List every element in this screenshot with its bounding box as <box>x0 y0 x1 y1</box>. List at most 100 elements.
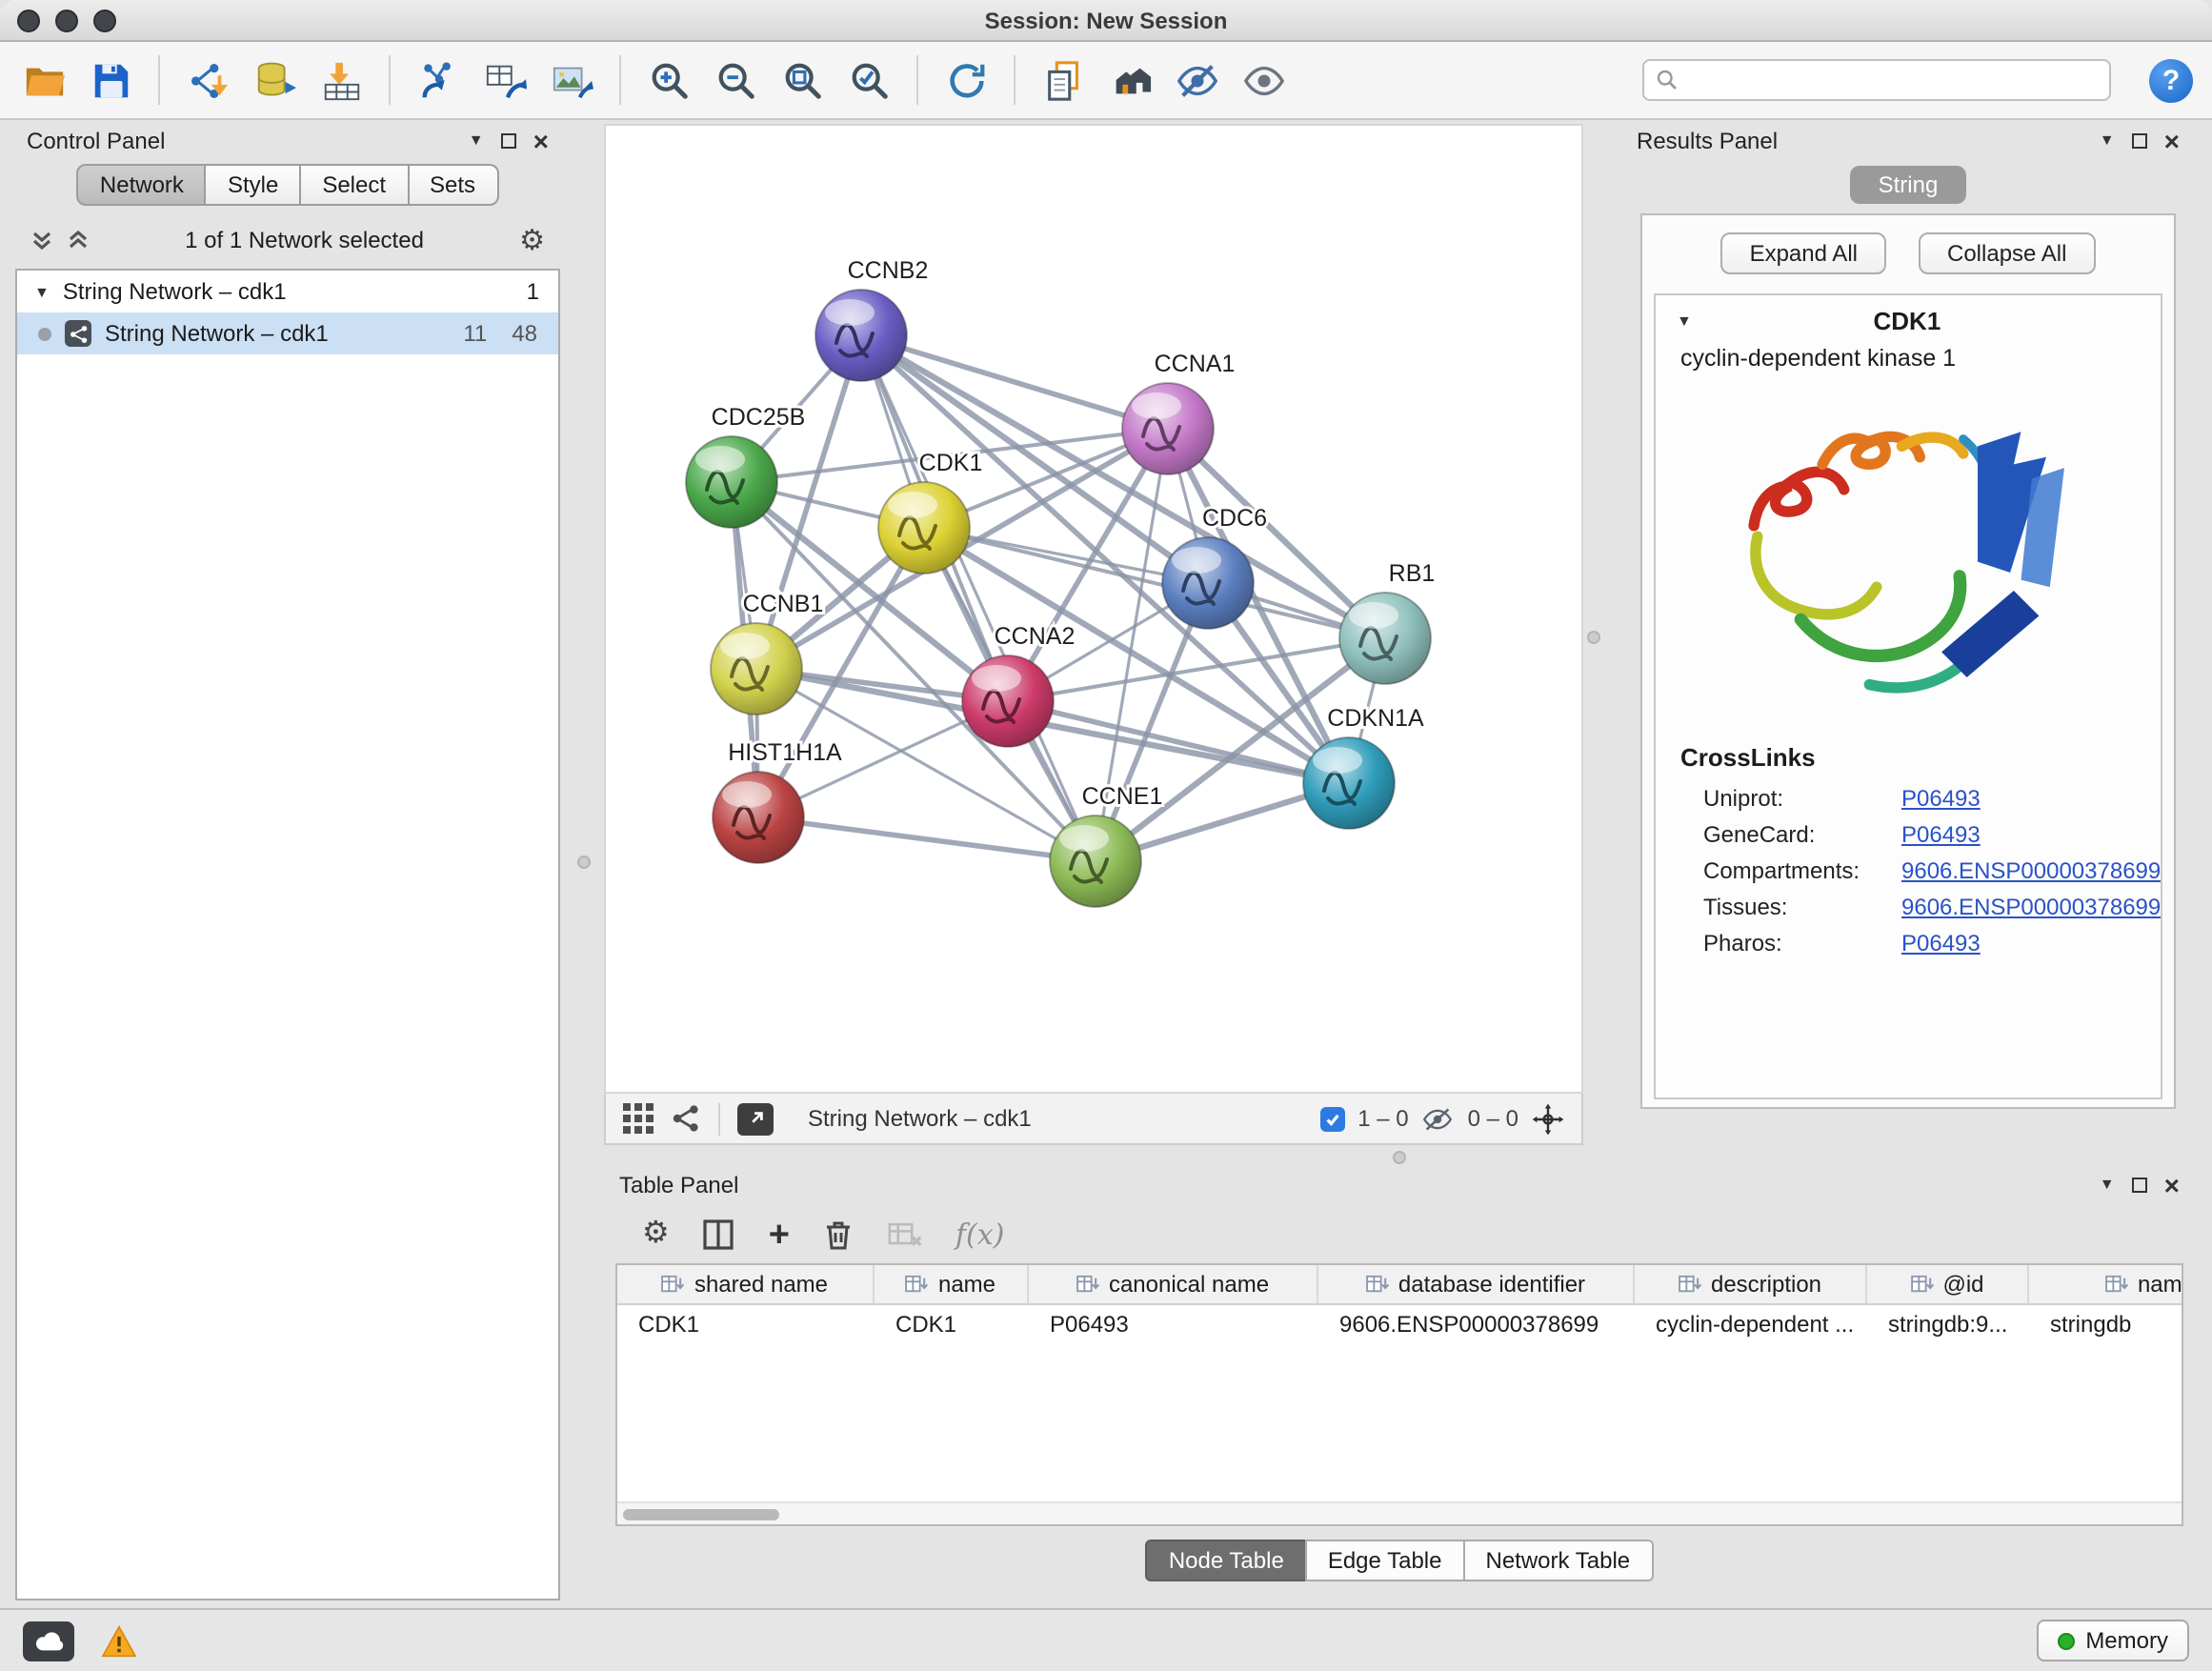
tab-node-table[interactable]: Node Table <box>1146 1540 1307 1581</box>
memory-button[interactable]: Memory <box>2036 1620 2189 1661</box>
column-header-database-identifier[interactable]: database identifier <box>1318 1265 1635 1303</box>
new-network-from-table-button[interactable] <box>480 53 530 107</box>
delete-table-icon[interactable] <box>889 1218 923 1252</box>
tab-style[interactable]: Style <box>207 164 301 206</box>
collection-collapse-icon[interactable]: ▼ <box>34 283 50 300</box>
hide-selected-button[interactable] <box>1172 53 1221 107</box>
zoom-selected-button[interactable] <box>844 53 894 107</box>
panel-menu-icon[interactable]: ▼ <box>2100 1178 2115 1193</box>
panel-menu-icon[interactable]: ▼ <box>469 133 484 149</box>
collapse-all-button[interactable]: Collapse All <box>1919 232 2095 274</box>
save-session-button[interactable] <box>86 53 135 107</box>
expand-all-networks-icon[interactable] <box>67 229 90 252</box>
cloud-button[interactable] <box>23 1621 74 1661</box>
show-columns-icon[interactable] <box>702 1218 736 1252</box>
gear-icon[interactable]: ⚙ <box>519 226 545 254</box>
network-share-icon[interactable] <box>671 1103 701 1134</box>
column-header-canonical-name[interactable]: canonical name <box>1029 1265 1318 1303</box>
table-cell[interactable]: stringdb <box>2029 1305 2182 1345</box>
network-node-CDC25B[interactable]: CDC25B <box>686 404 805 528</box>
export-image-button[interactable] <box>547 53 596 107</box>
hidden-eye-icon[interactable] <box>1422 1106 1455 1131</box>
panel-close-icon[interactable]: × <box>2164 128 2180 154</box>
horizontal-scrollbar[interactable] <box>617 1501 2182 1524</box>
warnings-button[interactable] <box>95 1621 141 1661</box>
maximize-window-button[interactable] <box>93 9 116 31</box>
minimize-window-button[interactable] <box>55 9 78 31</box>
crosslink-link[interactable]: P06493 <box>1901 820 1981 847</box>
collapse-all-networks-icon[interactable] <box>30 229 53 252</box>
panel-menu-icon[interactable]: ▼ <box>2100 133 2115 149</box>
help-button[interactable]: ? <box>2149 58 2193 102</box>
splitter-handle[interactable] <box>1587 631 1600 644</box>
table-settings-gear-icon[interactable]: ⚙ <box>642 1219 670 1250</box>
function-builder-icon[interactable]: f(x) <box>955 1218 1004 1252</box>
refresh-button[interactable] <box>941 53 991 107</box>
network-node-CDC6[interactable]: CDC6 <box>1162 505 1267 629</box>
section-collapse-icon[interactable]: ▼ <box>1677 312 1692 329</box>
crosslink-link[interactable]: P06493 <box>1901 929 1981 956</box>
birds-eye-view-icon[interactable] <box>623 1103 654 1134</box>
table-cell[interactable]: 9606.ENSP00000378699 <box>1318 1305 1635 1345</box>
network-edge[interactable] <box>861 335 1096 861</box>
table-cell[interactable]: cyclin-dependent ... <box>1635 1305 1867 1345</box>
tab-network[interactable]: Network <box>77 164 207 206</box>
tab-select[interactable]: Select <box>301 164 409 206</box>
pan-crosshair-icon[interactable] <box>1532 1102 1564 1135</box>
expand-all-button[interactable]: Expand All <box>1721 232 1886 274</box>
crosslink-link[interactable]: P06493 <box>1901 784 1981 811</box>
splitter-handle[interactable] <box>577 856 591 869</box>
panel-float-icon[interactable] <box>2132 1178 2147 1193</box>
crosslink-link[interactable]: 9606.ENSP00000378699 <box>1901 856 2161 883</box>
copy-button[interactable] <box>1038 53 1088 107</box>
import-table-button[interactable] <box>316 53 366 107</box>
delete-column-trash-icon[interactable] <box>822 1218 856 1252</box>
import-network-database-button[interactable] <box>250 53 299 107</box>
import-network-icon <box>186 58 230 102</box>
return-to-gallery-button[interactable] <box>1105 53 1155 107</box>
panel-close-icon[interactable]: × <box>533 128 549 154</box>
panel-float-icon[interactable] <box>501 133 516 149</box>
network-canvas[interactable]: CCNB2CCNA1CDC25BCDK1CDC6RB1CCNB1CCNA2CDK… <box>604 124 1583 1094</box>
search-box[interactable] <box>1642 59 2111 101</box>
table-cell[interactable]: stringdb:9... <box>1867 1305 2029 1345</box>
crosslink-link[interactable]: 9606.ENSP00000378699 <box>1901 893 2161 919</box>
table-cell[interactable]: CDK1 <box>617 1305 875 1345</box>
fit-content-button[interactable] <box>777 53 827 107</box>
network-node-CCNA1[interactable]: CCNA1 <box>1122 351 1235 474</box>
zoom-out-button[interactable] <box>711 53 760 107</box>
table-data-row[interactable]: CDK1CDK1P064939606.ENSP00000378699cyclin… <box>617 1305 2182 1345</box>
column-header-shared-name[interactable]: shared name <box>617 1265 875 1303</box>
column-header-namespace[interactable]: namespace <box>2029 1265 2182 1303</box>
network-edge[interactable] <box>758 817 1096 861</box>
network-row-selected[interactable]: String Network – cdk1 11 48 <box>17 312 558 354</box>
open-session-button[interactable] <box>19 53 69 107</box>
panel-close-icon[interactable]: × <box>2164 1172 2180 1198</box>
open-in-new-window-icon[interactable] <box>737 1102 774 1135</box>
close-window-button[interactable] <box>17 9 40 31</box>
network-collection-row[interactable]: ▼ String Network – cdk1 1 <box>17 271 558 312</box>
zoom-in-button[interactable] <box>644 53 694 107</box>
network-node-RB1[interactable]: RB1 <box>1339 560 1435 684</box>
tab-network-table[interactable]: Network Table <box>1463 1540 1654 1581</box>
network-edge[interactable] <box>861 335 1168 429</box>
import-network-file-button[interactable] <box>183 53 232 107</box>
add-column-icon[interactable]: + <box>769 1217 790 1253</box>
node-selection-checkbox[interactable] <box>1319 1106 1344 1131</box>
network-node-HIST1H1A[interactable]: HIST1H1A <box>713 739 842 863</box>
new-network-from-selection-button[interactable] <box>413 53 463 107</box>
panel-float-icon[interactable] <box>2132 133 2147 149</box>
scrollbar-thumb[interactable] <box>623 1508 779 1520</box>
tab-string[interactable]: String <box>1850 166 1967 204</box>
show-all-button[interactable] <box>1238 53 1288 107</box>
table-cell[interactable]: P06493 <box>1029 1305 1318 1345</box>
tab-edge-table[interactable]: Edge Table <box>1305 1540 1465 1581</box>
column-header-description[interactable]: description <box>1635 1265 1867 1303</box>
table-cell[interactable]: CDK1 <box>875 1305 1029 1345</box>
search-input[interactable] <box>1686 67 2098 93</box>
tab-sets[interactable]: Sets <box>409 164 498 206</box>
column-header--id[interactable]: @id <box>1867 1265 2029 1303</box>
splitter-handle[interactable] <box>1393 1151 1406 1164</box>
column-header-name[interactable]: name <box>875 1265 1029 1303</box>
window-controls <box>17 9 116 31</box>
